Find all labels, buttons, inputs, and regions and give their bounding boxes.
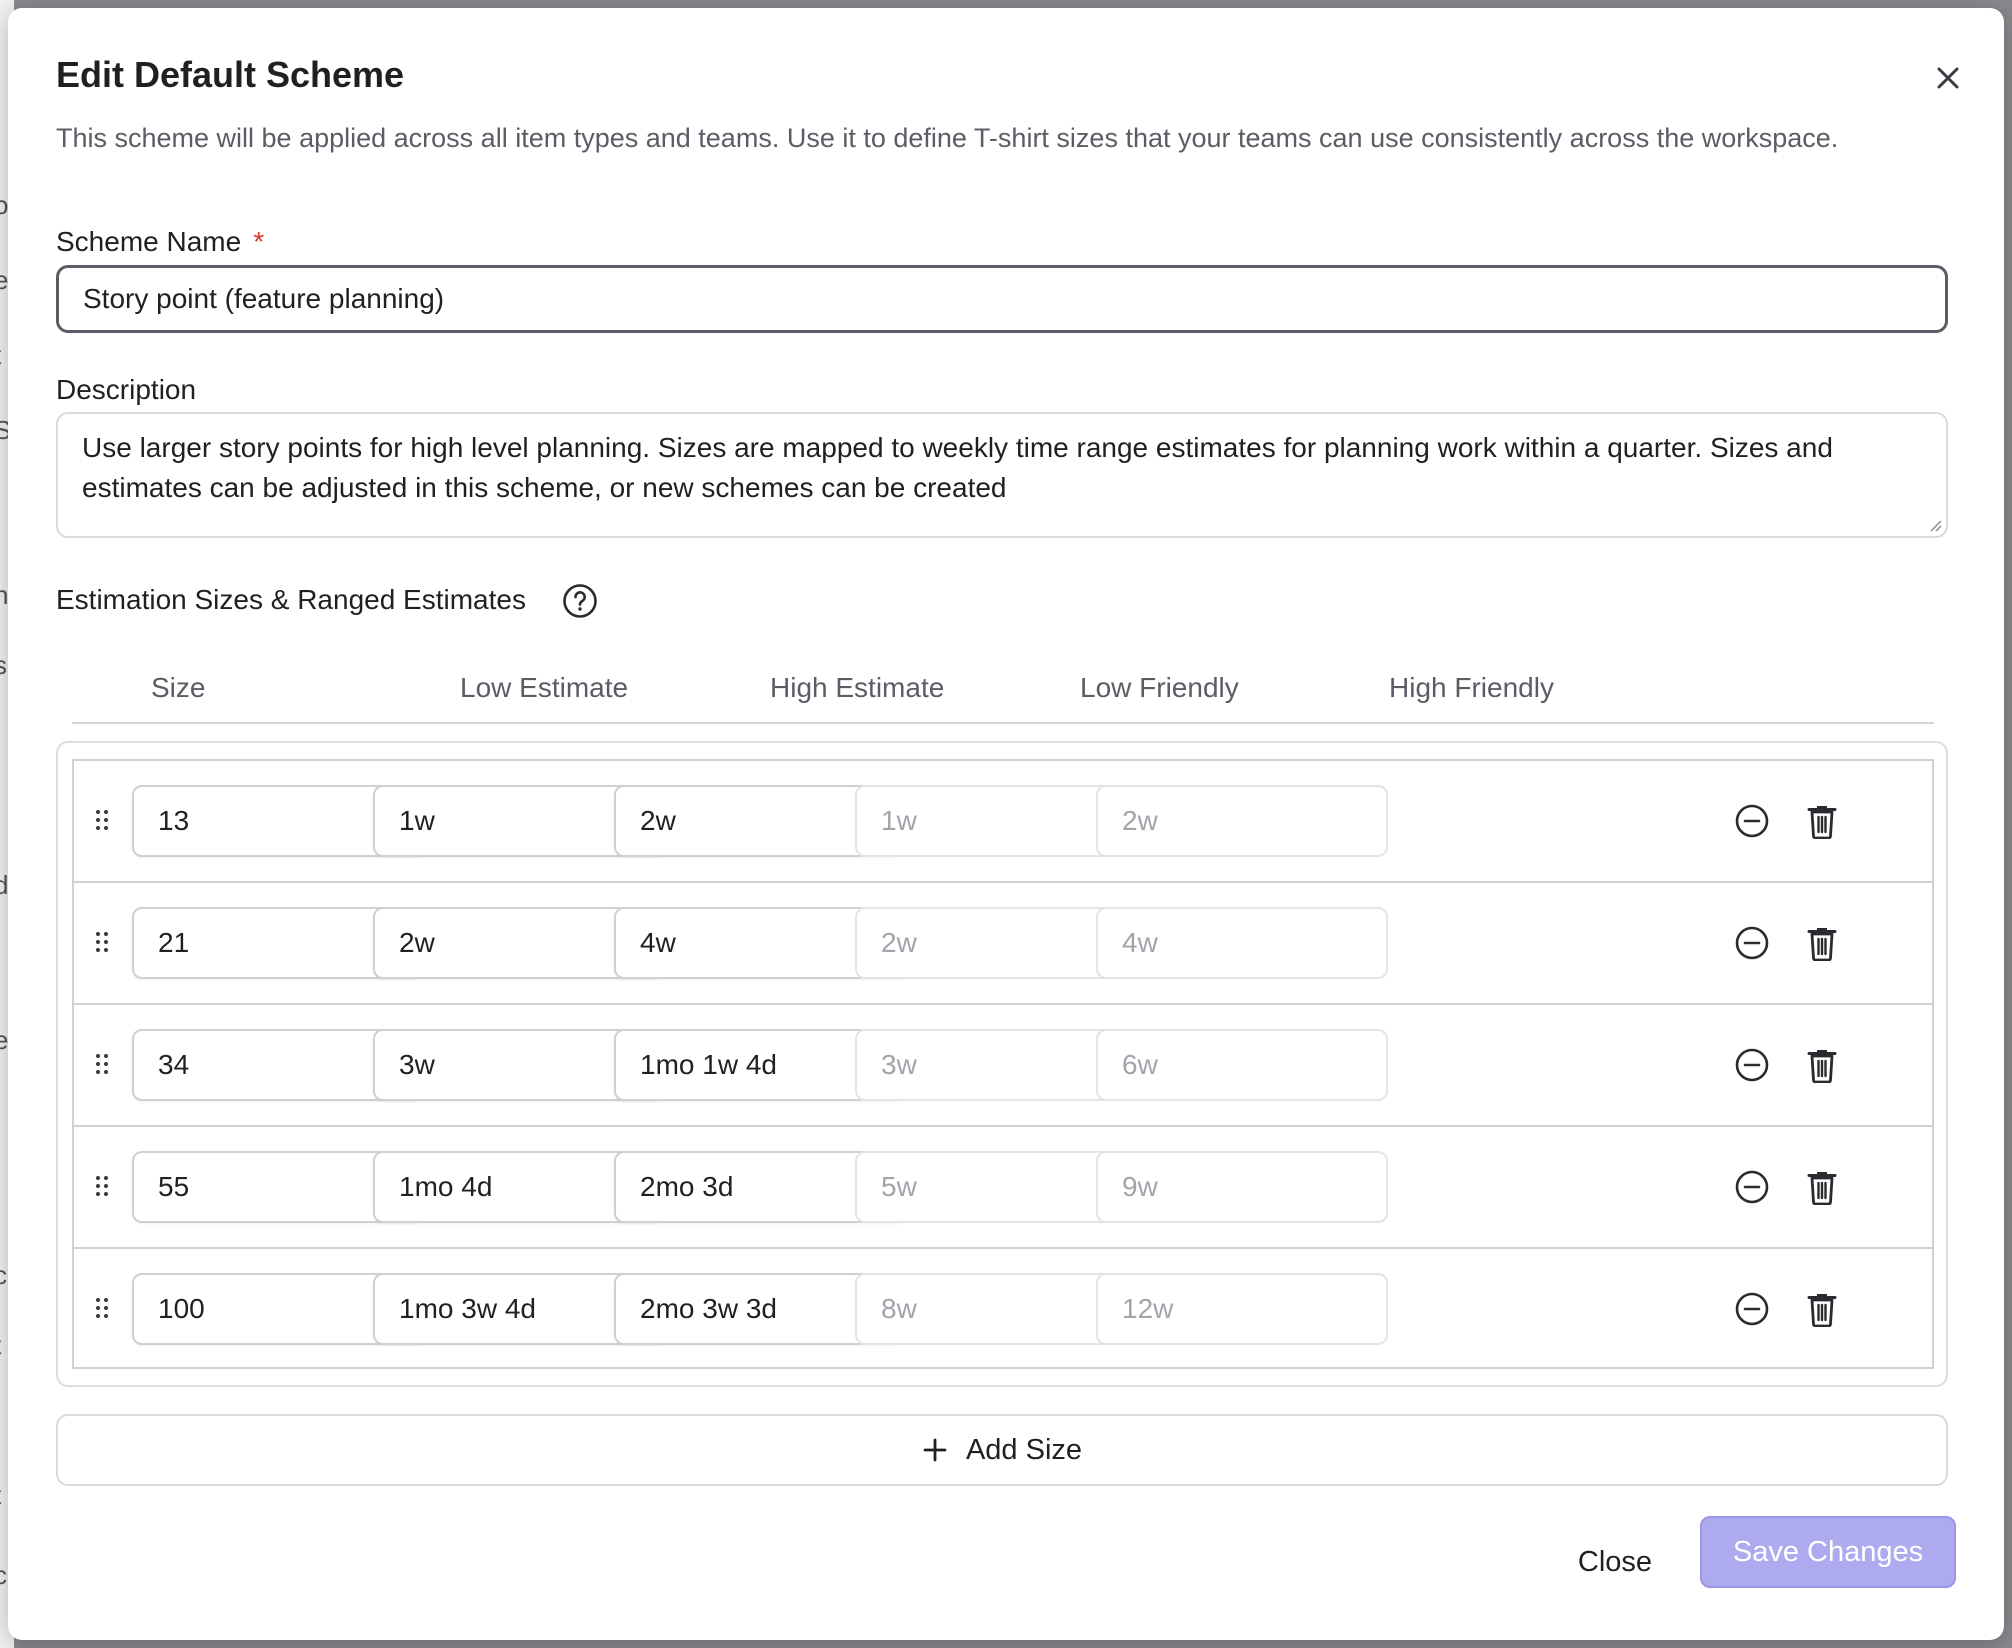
remove-circle-icon[interactable] [1734, 1291, 1770, 1327]
description-textarea[interactable]: Use larger story points for high level p… [56, 412, 1948, 538]
column-header-high-friendly: High Friendly [1389, 672, 1554, 703]
remove-circle-icon[interactable] [1734, 1169, 1770, 1205]
table-row: 100 1mo 3w 4d 2mo 3w 3d 8w 12w [74, 1249, 1932, 1371]
high-friendly-value: 2w [1096, 785, 1388, 857]
table-row: 55 1mo 4d 2mo 3d 5w 9w [74, 1127, 1932, 1249]
table-row: 21 2w 4w 2w 4w [74, 883, 1932, 1005]
close-button[interactable]: Close [1560, 1526, 1670, 1598]
description-label: Description [56, 374, 197, 405]
column-header-size: Size [151, 672, 206, 703]
dialog-title: Edit Default Scheme [56, 54, 405, 95]
high-friendly-value: 9w [1096, 1151, 1388, 1223]
remove-circle-icon[interactable] [1734, 803, 1770, 839]
edit-scheme-dialog: Edit Default Scheme This scheme will be … [8, 8, 2004, 1640]
save-changes-button[interactable]: Save Changes [1700, 1516, 1956, 1588]
column-header-high-estimate: High Estimate [770, 672, 945, 703]
table-row: 13 1w 2w 1w 2w [74, 761, 1932, 883]
trash-icon[interactable] [1806, 803, 1838, 839]
required-mark: * [253, 226, 265, 257]
column-header-low-friendly: Low Friendly [1080, 672, 1239, 703]
header-divider [72, 722, 1934, 724]
close-icon[interactable] [1928, 58, 1968, 98]
drag-handle-icon[interactable] [94, 931, 110, 953]
trash-icon[interactable] [1806, 925, 1838, 961]
add-size-button[interactable]: Add Size [56, 1414, 1948, 1486]
remove-circle-icon[interactable] [1734, 1047, 1770, 1083]
drag-handle-icon[interactable] [94, 809, 110, 831]
scheme-name-input[interactable]: Story point (feature planning) [56, 265, 1948, 333]
description-text: Use larger story points for high level p… [82, 432, 1833, 503]
help-icon[interactable] [562, 583, 598, 619]
trash-icon[interactable] [1806, 1291, 1838, 1327]
high-friendly-value: 4w [1096, 907, 1388, 979]
scheme-name-label-text: Scheme Name [56, 226, 242, 257]
trash-icon[interactable] [1806, 1169, 1838, 1205]
high-friendly-value: 6w [1096, 1029, 1388, 1101]
trash-icon[interactable] [1806, 1047, 1838, 1083]
drag-handle-icon[interactable] [94, 1297, 110, 1319]
high-friendly-value: 12w [1096, 1273, 1388, 1345]
dialog-description: This scheme will be applied across all i… [56, 123, 1839, 153]
table-row: 34 3w 1mo 1w 4d 3w 6w [74, 1005, 1932, 1127]
drag-handle-icon[interactable] [94, 1053, 110, 1075]
scheme-name-label: Scheme Name * [56, 226, 264, 258]
estimation-section-label: Estimation Sizes & Ranged Estimates [56, 584, 526, 615]
resize-handle-icon[interactable] [1926, 516, 1942, 532]
add-size-label: Add Size [965, 1433, 1083, 1466]
sizes-table: 13 1w 2w 1w 2w 21 2w 4w 2w 4w 34 3w 1mo 1w 4d 3w 6w 55 1… [72, 759, 1934, 1369]
column-header-low-estimate: Low Estimate [460, 672, 629, 703]
plus-icon [923, 1438, 947, 1462]
remove-circle-icon[interactable] [1734, 925, 1770, 961]
drag-handle-icon[interactable] [94, 1175, 110, 1197]
